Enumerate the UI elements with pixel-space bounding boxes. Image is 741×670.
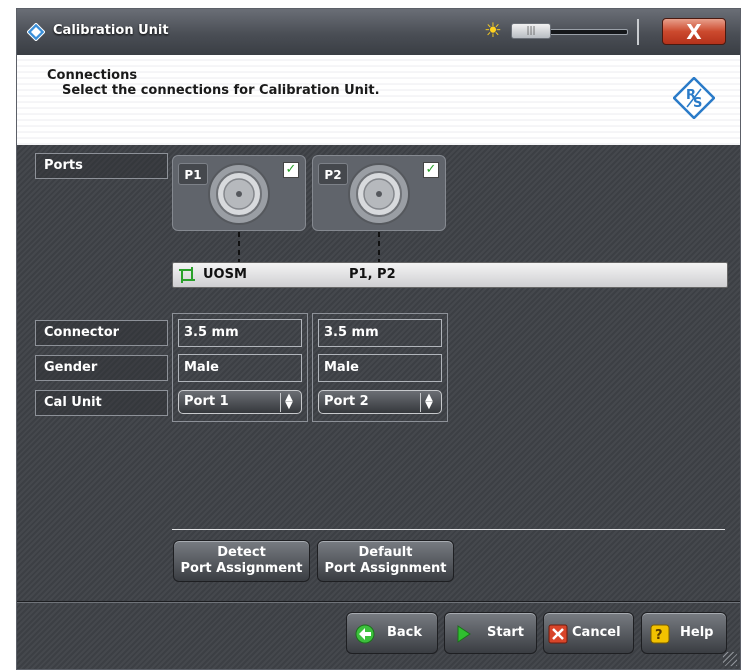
port-p2-label: P2 (318, 163, 348, 185)
port-p1-label: P1 (178, 163, 208, 185)
cancel-label: Cancel (572, 625, 621, 640)
ports-label: Ports (35, 153, 168, 179)
p2-gender-field: Male (318, 354, 442, 382)
default-button-line1: Default (358, 545, 413, 560)
default-port-assignment-button[interactable]: Default Port Assignment (317, 540, 454, 582)
connector-label: Connector (35, 320, 168, 346)
p1-cal-unit-select[interactable]: Port 1 ▲ ▼ (178, 390, 302, 414)
port-p1-column: 3.5 mm Male Port 1 ▲ ▼ (172, 313, 308, 422)
spin-arrows-icon[interactable]: ▲ ▼ (420, 393, 437, 412)
port-p1-panel[interactable]: P1 ✓ (172, 155, 306, 231)
calibration-unit-icon (179, 267, 195, 283)
divider (172, 529, 725, 530)
back-button[interactable]: Back (346, 612, 438, 654)
window-title: Calibration Unit (53, 23, 169, 38)
svg-text:?: ? (655, 628, 663, 643)
p2-connection-line (378, 232, 380, 264)
question-icon: ? (650, 624, 670, 644)
default-button-line2: Port Assignment (324, 561, 447, 576)
detect-button-line1: Detect (217, 545, 266, 560)
cal-unit-row[interactable]: UOSM P1, P2 (172, 262, 728, 288)
detect-port-assignment-button[interactable]: Detect Port Assignment (173, 540, 310, 582)
coax-connector-icon (208, 163, 270, 225)
help-button[interactable]: ? Help (641, 612, 727, 654)
spin-arrows-icon[interactable]: ▲ ▼ (280, 393, 297, 412)
start-button[interactable]: Start (444, 612, 537, 654)
play-icon (457, 625, 471, 643)
p2-cal-unit-select[interactable]: Port 2 ▲ ▼ (318, 390, 442, 414)
p2-connector-field: 3.5 mm (318, 319, 442, 347)
coax-connector-icon (348, 163, 410, 225)
p1-connector-field: 3.5 mm (178, 319, 302, 347)
cal-unit-ports: P1, P2 (349, 267, 396, 282)
cal-unit-label: Cal Unit (35, 390, 168, 416)
close-button[interactable]: X (662, 18, 726, 45)
header-subtitle: Select the connections for Calibration U… (62, 83, 380, 98)
calibration-unit-dialog: Calibration Unit ☀ ||| X Connections Sel… (16, 8, 741, 670)
cancel-button[interactable]: Cancel (543, 612, 634, 654)
cal-unit-name: UOSM (203, 267, 247, 282)
x-icon (548, 624, 568, 644)
arrow-left-icon (355, 624, 375, 644)
p1-gender-field: Male (178, 354, 302, 382)
p2-cal-unit-value: Port 2 (324, 394, 369, 409)
rs-logo-icon: R S (673, 77, 715, 119)
title-separator (637, 19, 639, 45)
port-p1-checkbox[interactable]: ✓ (283, 162, 299, 178)
help-label: Help (680, 625, 714, 640)
port-p2-column: 3.5 mm Male Port 2 ▲ ▼ (312, 313, 448, 422)
dialog-header: Connections Select the connections for C… (17, 55, 740, 145)
resize-grip[interactable] (723, 652, 737, 666)
p1-cal-unit-value: Port 1 (184, 394, 229, 409)
sun-icon: ☀ (484, 18, 502, 42)
gender-label: Gender (35, 355, 168, 381)
title-bar: Calibration Unit ☀ ||| X (17, 9, 740, 55)
header-title: Connections (47, 68, 138, 83)
detect-button-line2: Port Assignment (180, 561, 303, 576)
footer-divider-highlight (17, 602, 740, 603)
port-p2-panel[interactable]: P2 ✓ (312, 155, 446, 231)
p1-connection-line (238, 232, 240, 264)
rs-diamond-icon (27, 23, 45, 41)
start-label: Start (487, 625, 524, 640)
back-label: Back (387, 625, 423, 640)
port-p2-checkbox[interactable]: ✓ (423, 162, 439, 178)
brightness-slider-thumb[interactable]: ||| (511, 23, 551, 39)
